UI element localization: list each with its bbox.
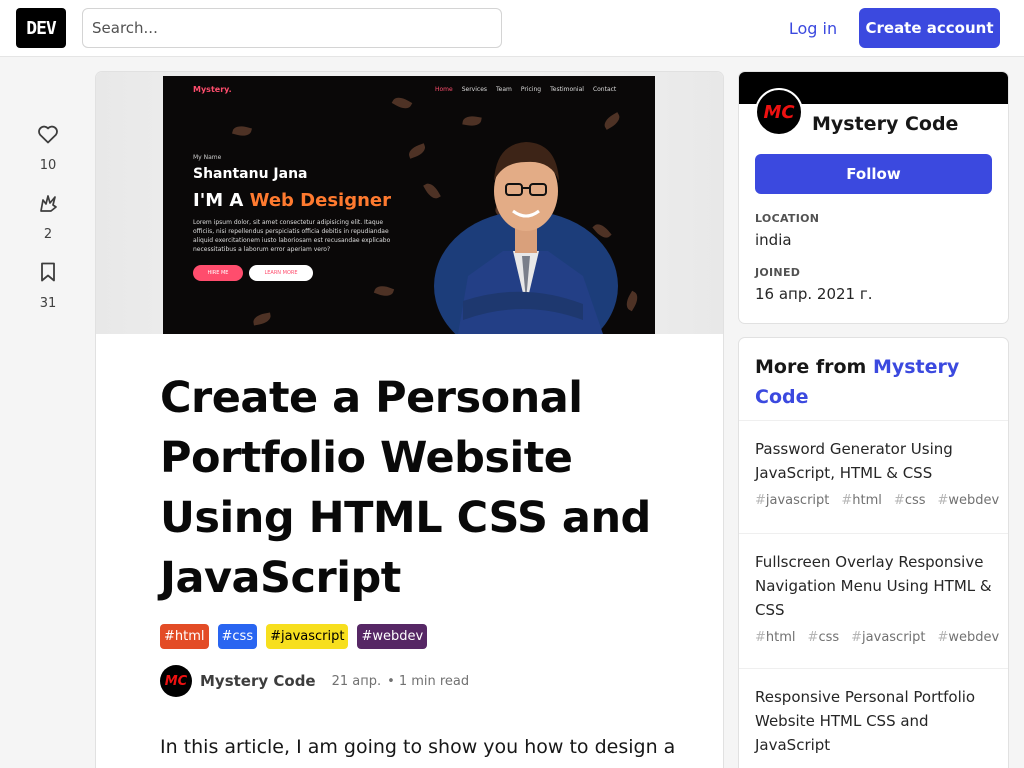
cover-hire-button: HIRE ME (193, 265, 243, 281)
cover-nav-item: Home (435, 86, 453, 93)
article-tags: #html #css #javascript #webdev (160, 624, 428, 649)
unicorn-button[interactable]: 2 (24, 191, 72, 242)
joined-value: 16 апр. 2021 г. (755, 285, 873, 303)
cover-learn-button: LEARN MORE (249, 265, 313, 281)
cover-nav-item: Pricing (520, 86, 542, 93)
cover-role-highlight: Web Designer (249, 190, 391, 211)
cover-image-area: Mystery. Home Services Team Pricing Test… (96, 72, 723, 334)
more-from-item[interactable]: Responsive Personal Portfolio Website HT… (739, 668, 1008, 768)
cover-nav-item: Testimonial (550, 86, 584, 93)
read-time: 1 min read (398, 673, 470, 689)
cover-person-name: Shantanu Jana (193, 166, 308, 182)
tag-css[interactable]: #css (217, 624, 258, 649)
article-meta: MC Mystery Code 21 апр. • 1 min read (160, 665, 469, 697)
author-avatar[interactable]: MC (160, 665, 192, 697)
more-from-item[interactable]: Fullscreen Overlay Responsive Navigation… (739, 533, 1008, 669)
cover-nav: Home Services Team Pricing Testimonial C… (435, 86, 616, 93)
heart-icon (36, 122, 60, 150)
follow-button[interactable]: Follow (755, 154, 992, 194)
joined-label: JOINED (755, 266, 801, 279)
author-name-link[interactable]: Mystery Code (200, 672, 316, 690)
tag-html[interactable]: #html (160, 624, 209, 649)
create-account-button[interactable]: Create account (859, 8, 1000, 48)
cover-image: Mystery. Home Services Team Pricing Test… (163, 76, 655, 334)
top-header: DEV Log in Create account (0, 0, 1024, 57)
item-tag[interactable]: css (808, 630, 839, 645)
tag-javascript[interactable]: #javascript (266, 624, 349, 649)
author-card-name[interactable]: Mystery Code (812, 113, 958, 135)
more-from-item-title[interactable]: Responsive Personal Portfolio Website HT… (755, 685, 992, 757)
bookmark-count: 31 (39, 296, 57, 311)
author-card: MC Mystery Code Follow LOCATION india JO… (739, 72, 1008, 323)
cover-brand: Mystery. (193, 85, 232, 94)
avatar-initials: MC (763, 101, 795, 123)
search-input[interactable] (82, 8, 502, 48)
item-tag[interactable]: webdev (938, 493, 999, 508)
article-title: Create a Personal Portfolio Website Usin… (160, 373, 651, 603)
item-tag[interactable]: webdev (938, 630, 999, 645)
item-tag[interactable]: javascript (851, 630, 925, 645)
cover-nav-item: Contact (592, 86, 617, 93)
more-from-card: More from Mystery Code Password Generato… (739, 338, 1008, 768)
bookmark-button[interactable]: 31 (24, 260, 72, 311)
item-tag[interactable]: html (841, 493, 882, 508)
cover-nav-item: Services (461, 86, 488, 93)
unicorn-icon (36, 191, 60, 219)
like-count: 10 (39, 158, 57, 173)
cover-nav-item: Team (496, 86, 512, 93)
unicorn-count: 2 (43, 227, 53, 242)
more-options-button[interactable] (24, 329, 72, 361)
cover-role: I'M A Web Designer (193, 190, 391, 211)
author-card-avatar[interactable]: MC (755, 88, 803, 136)
cover-role-prefix: I'M A (193, 190, 244, 211)
cover-description: Lorem ipsum dolor, sit amet consectetur … (193, 219, 391, 253)
more-from-item[interactable]: Password Generator Using JavaScript, HTM… (739, 420, 1008, 534)
more-from-item-title[interactable]: Password Generator Using JavaScript, HTM… (755, 437, 992, 485)
item-tag[interactable]: javascript (755, 493, 829, 508)
like-button[interactable]: 10 (24, 122, 72, 173)
more-from-item-title[interactable]: Fullscreen Overlay Responsive Navigation… (755, 550, 992, 622)
more-from-heading: More from Mystery Code (755, 352, 995, 412)
more-from-prefix: More from (755, 356, 867, 378)
location-value: india (755, 231, 792, 249)
cover-my-name-label: My Name (193, 154, 222, 161)
item-tag[interactable]: css (894, 493, 926, 508)
article-card: Mystery. Home Services Team Pricing Test… (96, 72, 723, 768)
login-link[interactable]: Log in (775, 8, 851, 48)
avatar-initials: MC (164, 673, 188, 689)
location-label: LOCATION (755, 212, 820, 225)
post-date: 21 апр. (331, 673, 382, 689)
more-from-item-tags: html css javascript webdev (755, 630, 999, 645)
tag-webdev[interactable]: #webdev (357, 624, 428, 649)
more-from-item-tags: javascript html css webdev (755, 493, 999, 508)
item-tag[interactable]: html (755, 630, 796, 645)
bookmark-icon (36, 260, 60, 288)
article-body: In this article, I am going to show you … (160, 736, 676, 758)
dev-logo[interactable]: DEV (16, 8, 66, 48)
meta-separator: • (387, 673, 395, 689)
reactions-rail: 10 2 31 (24, 122, 72, 361)
